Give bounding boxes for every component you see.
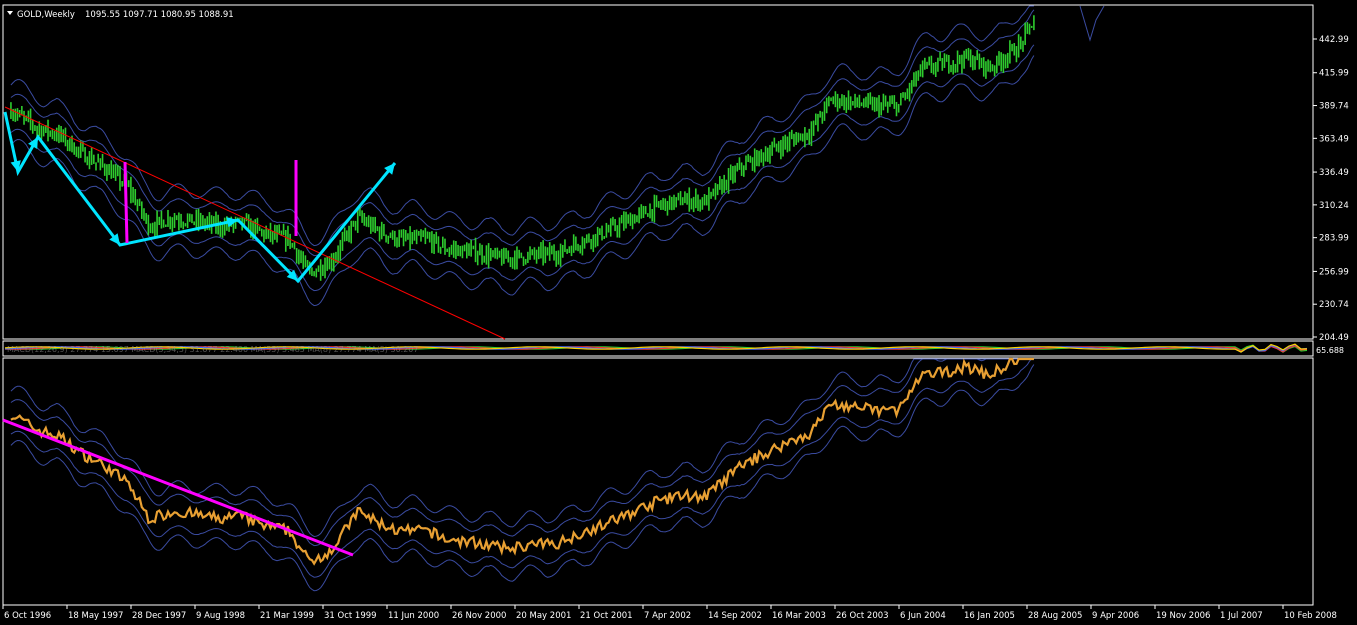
oscillator-right-label: 65.688 — [1316, 346, 1344, 355]
main-bands — [10, 5, 1105, 307]
y-tick-label: 363.49 — [1319, 134, 1349, 144]
x-tick-label: 6 Jun 2004 — [900, 611, 946, 621]
x-tick-label: 11 Jun 2000 — [388, 611, 439, 621]
lower-band-2 — [10, 358, 1034, 578]
close-price-line — [10, 357, 1034, 566]
x-tick-label: 6 Oct 1996 — [4, 611, 51, 621]
lower-bands — [10, 358, 1035, 592]
ohlc-values: 1095.55 1097.71 1080.95 1088.91 — [85, 10, 234, 20]
x-tick-label: 28 Aug 2005 — [1028, 611, 1082, 621]
x-tick-label: 21 Mar 1999 — [260, 611, 314, 621]
lower-band-3 — [10, 358, 1034, 538]
x-axis: 6 Oct 1996 18 May 1997 28 Dec 1997 9 Aug 19… — [2, 605, 1337, 621]
price-bars — [10, 15, 1035, 281]
x-tick-label: 10 Feb 2008 — [1284, 611, 1337, 621]
spike-marker-1[interactable] — [123, 161, 129, 244]
x-tick-label: 16 Jan 2005 — [964, 611, 1015, 621]
dropdown-triangle-icon[interactable] — [7, 11, 13, 15]
x-tick-label: 18 May 1997 — [68, 611, 123, 621]
x-tick-label: 31 Oct 1999 — [324, 611, 377, 621]
y-tick-label: 256.99 — [1319, 267, 1349, 277]
main-panel-frame — [2, 4, 1314, 340]
y-tick-label: 415.99 — [1319, 69, 1349, 79]
band-line-edge — [1079, 5, 1105, 42]
lower-band-1 — [10, 358, 1034, 547]
y-tick-label: 283.99 — [1319, 234, 1349, 244]
lower-price-line — [10, 357, 1034, 566]
y-tick-label: 310.24 — [1319, 201, 1349, 211]
symbol-header[interactable]: GOLD,Weekly 1095.55 1097.71 1080.95 1088… — [7, 10, 234, 20]
y-tick-label: 389.74 — [1319, 102, 1349, 112]
x-tick-label: 21 Oct 2001 — [580, 611, 633, 621]
x-tick-label: 20 May 2001 — [516, 611, 571, 621]
x-tick-label: 7 Apr 2002 — [644, 611, 691, 621]
y-axis: 442.99 415.99 389.74 363.49 336.49 310.24 283.… — [1313, 35, 1349, 343]
y-tick-label: 230.74 — [1319, 300, 1349, 310]
lower-band-4 — [10, 364, 1035, 592]
x-tick-label: 9 Aug 1998 — [196, 611, 245, 621]
lower-panel-frame — [2, 357, 1314, 606]
symbol-label: GOLD,Weekly — [17, 10, 75, 20]
chart-canvas[interactable]: 442.99 415.99 389.74 363.49 336.49 310.24 283.… — [0, 0, 1357, 621]
x-tick-label: 19 Nov 2006 — [1156, 611, 1210, 621]
x-tick-label: 1 Jul 2007 — [1220, 611, 1263, 621]
y-tick-label: 204.49 — [1319, 333, 1349, 343]
oscillator-legend: MACD(12,26,9) 27.774 15.697 MACD(5,34,5)… — [7, 345, 418, 354]
x-tick-label: 16 Mar 2003 — [772, 611, 826, 621]
chart-window[interactable]: 442.99 415.99 389.74 363.49 336.49 310.24 283.… — [0, 0, 1357, 621]
x-tick-label: 26 Nov 2000 — [452, 611, 506, 621]
x-tick-label: 14 Sep 2002 — [708, 611, 762, 621]
y-tick-label: 442.99 — [1319, 35, 1349, 45]
band-line-3 — [10, 5, 1034, 247]
x-tick-label: 26 Oct 2003 — [836, 611, 889, 621]
y-tick-label: 336.49 — [1319, 168, 1349, 178]
x-tick-label: 28 Dec 1997 — [132, 611, 186, 621]
x-tick-label: 9 Apr 2006 — [1092, 611, 1139, 621]
red-trendline[interactable] — [4, 106, 506, 340]
band-line-1 — [10, 9, 1035, 257]
